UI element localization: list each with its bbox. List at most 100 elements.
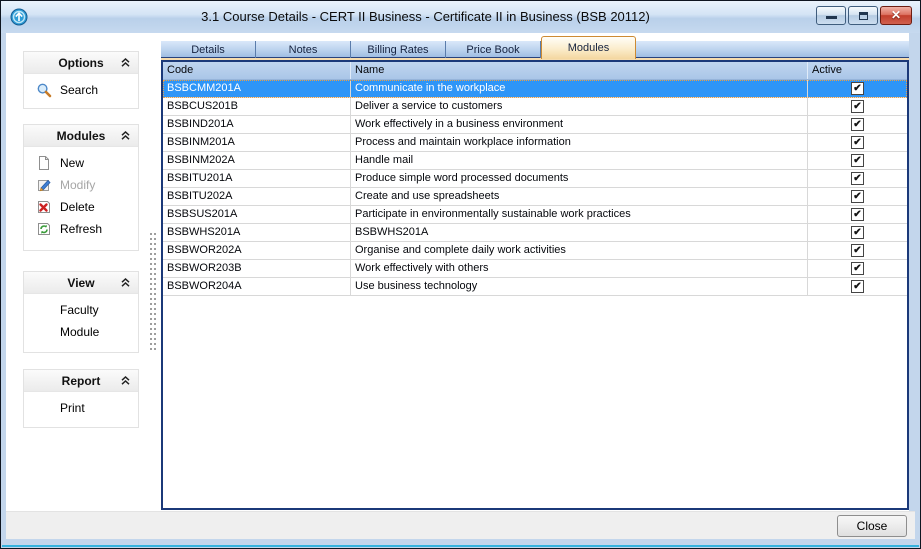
- checkbox-checked-icon[interactable]: [851, 136, 864, 149]
- cell-active: [808, 116, 907, 133]
- tab-label: Price Book: [466, 44, 519, 56]
- checkbox-checked-icon[interactable]: [851, 190, 864, 203]
- panel-modules-header[interactable]: Modules: [24, 125, 138, 147]
- panel-modules: Modules New Modify: [23, 124, 139, 251]
- checkbox-checked-icon[interactable]: [851, 118, 864, 131]
- table-row[interactable]: BSBWOR204A Use business technology: [163, 278, 907, 296]
- cell-name: Use business technology: [351, 278, 808, 295]
- cell-active: [808, 242, 907, 259]
- checkbox-checked-icon[interactable]: [851, 82, 864, 95]
- panel-options-title: Options: [58, 56, 103, 70]
- close-button[interactable]: Close: [837, 515, 907, 537]
- sidebar-item-label: Faculty: [60, 303, 99, 317]
- table-row[interactable]: BSBINM201A Process and maintain workplac…: [163, 134, 907, 152]
- cell-code: BSBWOR204A: [163, 278, 351, 295]
- cell-code: BSBWOR203B: [163, 260, 351, 277]
- collapse-chevron-icon[interactable]: [120, 375, 131, 386]
- tab-details[interactable]: Details: [161, 41, 256, 58]
- tab-modules[interactable]: Modules: [541, 36, 636, 59]
- cell-code: BSBCMM201A: [163, 80, 351, 97]
- collapse-chevron-icon[interactable]: [120, 277, 131, 288]
- panel-options-header[interactable]: Options: [24, 52, 138, 74]
- window-title: 3.1 Course Details - CERT II Business - …: [41, 9, 810, 24]
- table-row[interactable]: BSBWOR203B Work effectively with others: [163, 260, 907, 278]
- cell-code: BSBWOR202A: [163, 242, 351, 259]
- table-row[interactable]: BSBINM202A Handle mail: [163, 152, 907, 170]
- column-header-name[interactable]: Name: [351, 62, 808, 79]
- table-row[interactable]: BSBWHS201A BSBWHS201A: [163, 224, 907, 242]
- minimize-button[interactable]: [816, 6, 846, 25]
- search-icon: [36, 82, 52, 98]
- checkbox-checked-icon[interactable]: [851, 280, 864, 293]
- cell-code: BSBCUS201B: [163, 98, 351, 115]
- maximize-button[interactable]: [848, 6, 878, 25]
- cell-code: BSBINM202A: [163, 152, 351, 169]
- checkbox-checked-icon[interactable]: [851, 208, 864, 221]
- column-header-code[interactable]: Code: [163, 62, 351, 79]
- modify-icon: [36, 177, 52, 193]
- checkbox-checked-icon[interactable]: [851, 262, 864, 275]
- minimize-icon: [826, 16, 837, 19]
- delete-icon: [36, 199, 52, 215]
- table-row[interactable]: BSBCMM201A Communicate in the workplace: [163, 80, 907, 98]
- table-row[interactable]: BSBITU202A Create and use spreadsheets: [163, 188, 907, 206]
- cell-code: BSBITU201A: [163, 170, 351, 187]
- sidebar-item-module[interactable]: Module: [24, 321, 138, 343]
- cell-active: [808, 188, 907, 205]
- close-icon: ✕: [881, 7, 911, 24]
- sidebar-item-label: Search: [60, 83, 98, 97]
- cell-code: BSBIND201A: [163, 116, 351, 133]
- sidebar-item-modify[interactable]: Modify: [24, 174, 138, 196]
- table-row[interactable]: BSBIND201A Work effectively in a busines…: [163, 116, 907, 134]
- collapse-chevron-icon[interactable]: [120, 57, 131, 68]
- sidebar-splitter[interactable]: [150, 233, 157, 353]
- sidebar-item-refresh[interactable]: Refresh: [24, 218, 138, 240]
- cell-name: Handle mail: [351, 152, 808, 169]
- panel-view-header[interactable]: View: [24, 272, 138, 294]
- checkbox-checked-icon[interactable]: [851, 100, 864, 113]
- active-tab-underline: [161, 58, 909, 60]
- table-row[interactable]: BSBSUS201A Participate in environmentall…: [163, 206, 907, 224]
- close-window-button[interactable]: ✕: [880, 6, 912, 25]
- table-row[interactable]: BSBWOR202A Organise and complete daily w…: [163, 242, 907, 260]
- panel-modules-title: Modules: [57, 129, 106, 143]
- sidebar-item-search[interactable]: Search: [24, 79, 138, 101]
- checkbox-checked-icon[interactable]: [851, 154, 864, 167]
- sidebar-item-label: New: [60, 156, 84, 170]
- sidebar-item-print[interactable]: Print: [24, 397, 138, 419]
- sidebar-item-label: Modify: [60, 178, 95, 192]
- panel-options: Options Search: [23, 51, 139, 109]
- sidebar-item-faculty[interactable]: Faculty: [24, 299, 138, 321]
- table-row[interactable]: BSBCUS201B Deliver a service to customer…: [163, 98, 907, 116]
- tab-bar: Details Notes Billing Rates Price Book M…: [161, 41, 909, 58]
- refresh-icon: [36, 221, 52, 237]
- collapse-chevron-icon[interactable]: [120, 130, 131, 141]
- tab-price-book[interactable]: Price Book: [446, 41, 541, 58]
- sidebar-item-label: Delete: [60, 200, 95, 214]
- sidebar-item-new[interactable]: New: [24, 152, 138, 174]
- sidebar-item-label: Refresh: [60, 222, 102, 236]
- cell-name: Process and maintain workplace informati…: [351, 134, 808, 151]
- table-row[interactable]: BSBITU201A Produce simple word processed…: [163, 170, 907, 188]
- tab-notes[interactable]: Notes: [256, 41, 351, 58]
- cell-name: Participate in environmentally sustainab…: [351, 206, 808, 223]
- column-header-active[interactable]: Active: [808, 62, 907, 79]
- cell-name: Organise and complete daily work activit…: [351, 242, 808, 259]
- sidebar-item-delete[interactable]: Delete: [24, 196, 138, 218]
- new-document-icon: [36, 155, 52, 171]
- checkbox-checked-icon[interactable]: [851, 244, 864, 257]
- bottom-accent-line: [2, 545, 919, 547]
- cell-active: [808, 134, 907, 151]
- cell-name: Work effectively with others: [351, 260, 808, 277]
- panel-report-header[interactable]: Report: [24, 370, 138, 392]
- cell-active: [808, 224, 907, 241]
- tab-label: Details: [191, 44, 225, 56]
- cell-active: [808, 80, 907, 97]
- cell-active: [808, 206, 907, 223]
- tab-billing-rates[interactable]: Billing Rates: [351, 41, 446, 58]
- checkbox-checked-icon[interactable]: [851, 226, 864, 239]
- cell-name: Communicate in the workplace: [351, 80, 808, 97]
- checkbox-checked-icon[interactable]: [851, 172, 864, 185]
- cell-active: [808, 98, 907, 115]
- main-area: Details Notes Billing Rates Price Book M…: [158, 33, 909, 511]
